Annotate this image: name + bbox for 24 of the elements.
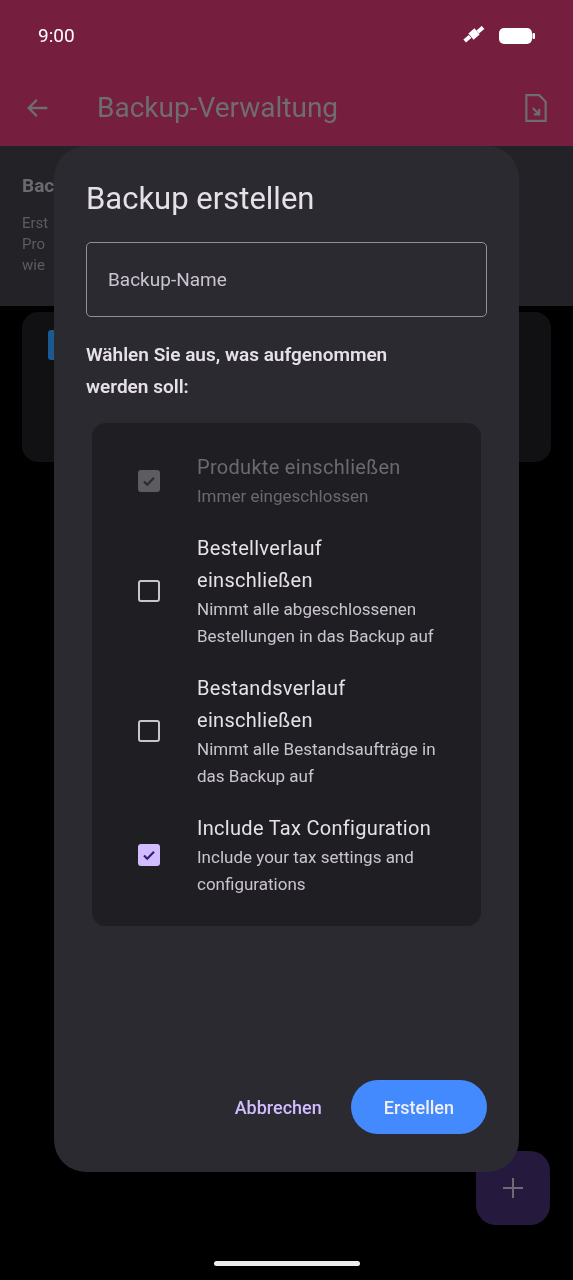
option-title: Bestellverlauf einschließen [197, 535, 324, 594]
option-subtitle: Include your tax settings and configurations [197, 846, 415, 896]
option-title: Include Tax Configuration [197, 815, 433, 842]
description-text: wie [22, 254, 46, 276]
description-text: Pro [22, 233, 46, 255]
option-title: Bestandsverlauf einschließen [197, 675, 347, 734]
option-subtitle: Nimmt alle abgeschlossenen Bestellungen in das Backup auf [197, 598, 435, 648]
checkbox[interactable] [138, 580, 160, 602]
option-subtitle: Nimmt alle Bestandsaufträge in das Backup auf [197, 738, 437, 788]
section-heading: Bac [22, 173, 55, 199]
plus-icon [501, 1176, 525, 1200]
cancel-button[interactable]: Abbrechen [232, 1080, 324, 1134]
file-import-icon[interactable] [523, 93, 549, 123]
checkbox[interactable] [138, 720, 160, 742]
prompt-text: Wählen Sie aus, was aufgenommen werden soll: [86, 342, 389, 400]
app-bar-title: Backup-Verwaltung [97, 90, 339, 126]
status-time: 9:00 [38, 22, 75, 49]
option-subtitle: Immer eingeschlossen [197, 485, 370, 508]
checkbox[interactable] [138, 844, 160, 866]
battery-icon [499, 27, 535, 45]
backup-name-field[interactable]: Backup-Name [86, 242, 487, 317]
option-title: Produkte einschließen [197, 454, 402, 481]
description-text: Erst [22, 212, 50, 234]
dialog-title: Backup erstellen [86, 180, 316, 218]
